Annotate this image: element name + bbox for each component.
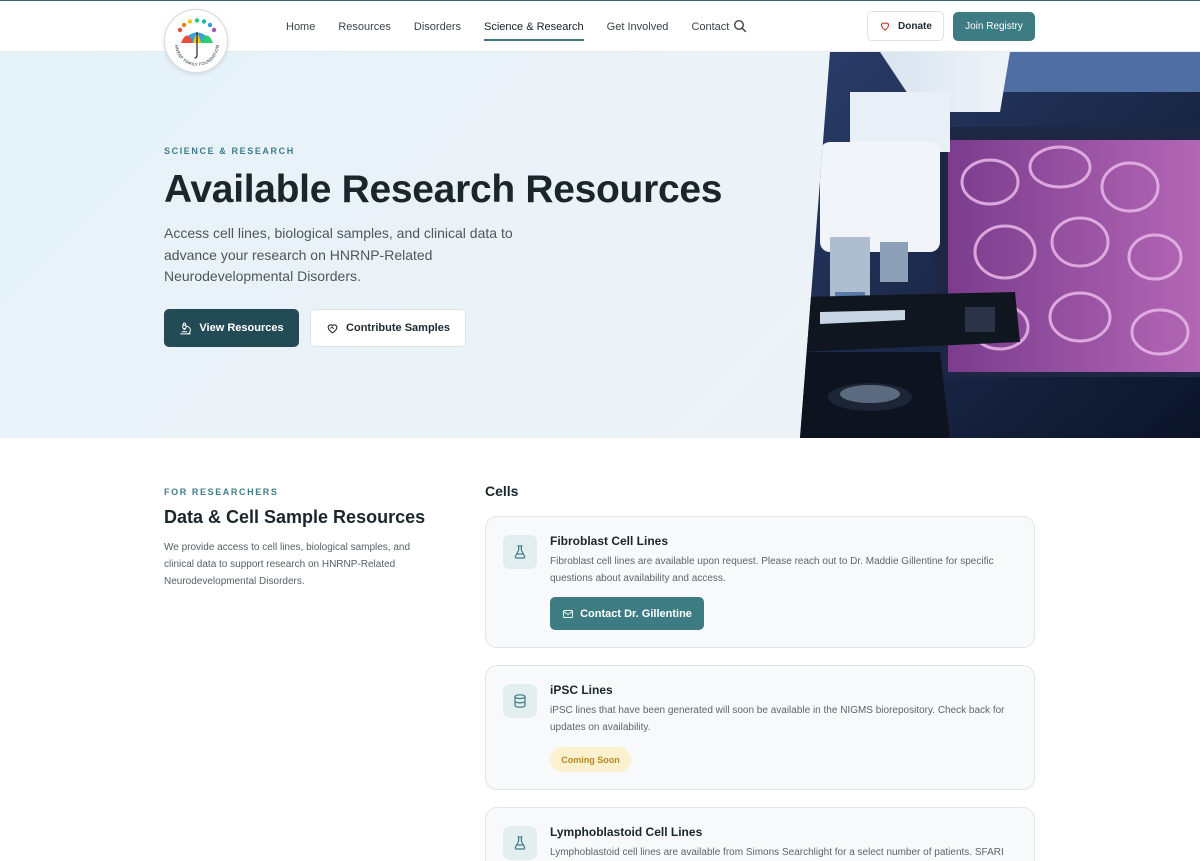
card-title: Lymphoblastoid Cell Lines <box>550 825 703 839</box>
card-description: Lymphoblastoid cell lines are available … <box>550 847 1004 858</box>
card-title: iPSC Lines <box>550 683 613 697</box>
mail-icon <box>563 609 574 618</box>
nav-contact[interactable]: Contact <box>691 20 729 34</box>
section-title: Data & Cell Sample Resources <box>164 507 426 527</box>
search-icon[interactable] <box>733 19 747 33</box>
page-title: Available Research Resources <box>164 168 723 211</box>
donate-button[interactable]: Donate <box>867 11 944 41</box>
card-description: Fibroblast cell lines are available upon… <box>550 556 994 584</box>
card-description: iPSC lines that have been generated will… <box>550 705 1005 733</box>
hero-section: SCIENCE & RESEARCH Available Research Re… <box>0 52 1200 438</box>
nav-disorders[interactable]: Disorders <box>414 20 461 34</box>
researchers-eyebrow: FOR RESEARCHERS <box>164 487 279 497</box>
contribute-samples-label: Contribute Samples <box>346 322 450 334</box>
flask-icon <box>503 826 537 860</box>
heart-icon <box>880 22 890 31</box>
view-resources-label: View Resources <box>199 322 284 334</box>
section-description: We provide access to cell lines, biologi… <box>164 542 411 587</box>
hero-eyebrow: SCIENCE & RESEARCH <box>164 146 295 156</box>
card-title: Fibroblast Cell Lines <box>550 534 669 548</box>
heart-handshake-icon <box>327 323 338 333</box>
microscope-icon <box>180 322 192 334</box>
contact-gillentine-button[interactable]: Contact Dr. Gillentine <box>550 597 704 630</box>
main-nav: Home Resources Disorders Science & Resea… <box>286 1 752 52</box>
nav-science-research[interactable]: Science & Research <box>484 20 584 41</box>
view-resources-button[interactable]: View Resources <box>164 309 299 347</box>
flask-icon <box>503 535 537 569</box>
nav-home[interactable]: Home <box>286 20 315 34</box>
contact-gillentine-label: Contact Dr. Gillentine <box>580 607 692 620</box>
resource-card-fibroblast: Fibroblast Cell Lines Fibroblast cell li… <box>485 516 1035 648</box>
nav-resources[interactable]: Resources <box>338 20 391 34</box>
foundation-logo[interactable]: HNRNP FAMILY FOUNDATION <box>164 9 228 73</box>
contribute-samples-button[interactable]: Contribute Samples <box>310 309 466 347</box>
database-icon <box>503 684 537 718</box>
logo-dots <box>177 18 217 33</box>
hero-description: Access cell lines, biological samples, a… <box>164 225 513 284</box>
cells-heading: Cells <box>485 483 519 499</box>
resource-card-ipsc: iPSC Lines iPSC lines that have been gen… <box>485 665 1035 790</box>
donate-label: Donate <box>898 20 932 32</box>
nav-get-involved[interactable]: Get Involved <box>607 20 669 34</box>
umbrella-icon <box>181 32 213 59</box>
join-registry-button[interactable]: Join Registry <box>953 12 1035 41</box>
coming-soon-badge: Coming Soon <box>550 747 631 772</box>
resource-card-lymphoblastoid: Lymphoblastoid Cell Lines Lymphoblastoid… <box>485 807 1035 861</box>
